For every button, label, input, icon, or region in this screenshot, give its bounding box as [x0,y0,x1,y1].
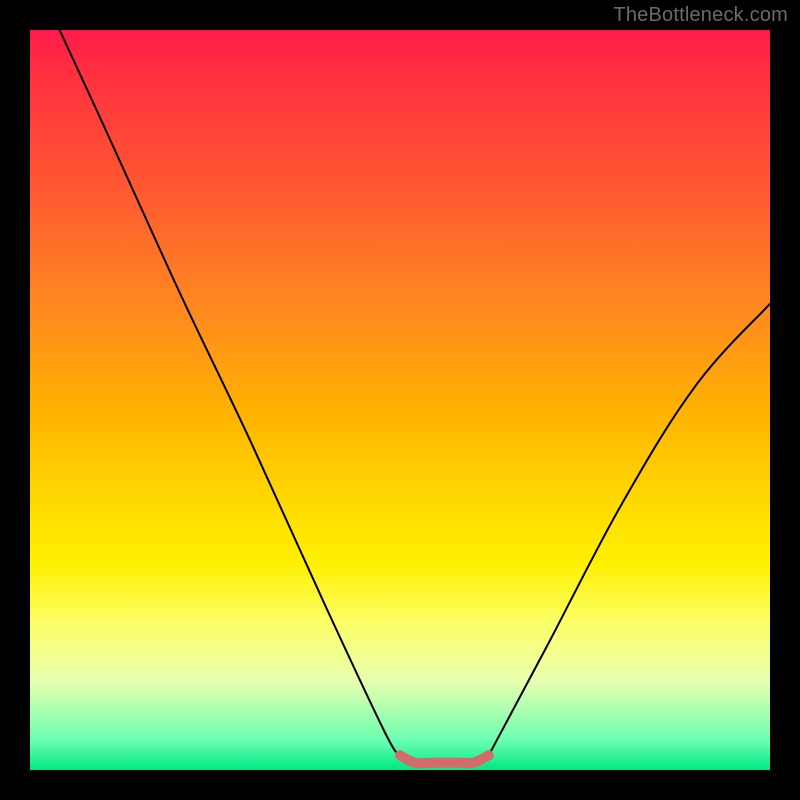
watermark-text: TheBottleneck.com [613,4,788,27]
curve-plateau [400,755,489,763]
curve-left [60,30,400,755]
curve-right [489,304,770,755]
plot-area [30,30,770,770]
chart-frame: TheBottleneck.com [0,0,800,800]
bottleneck-curve [30,30,770,770]
